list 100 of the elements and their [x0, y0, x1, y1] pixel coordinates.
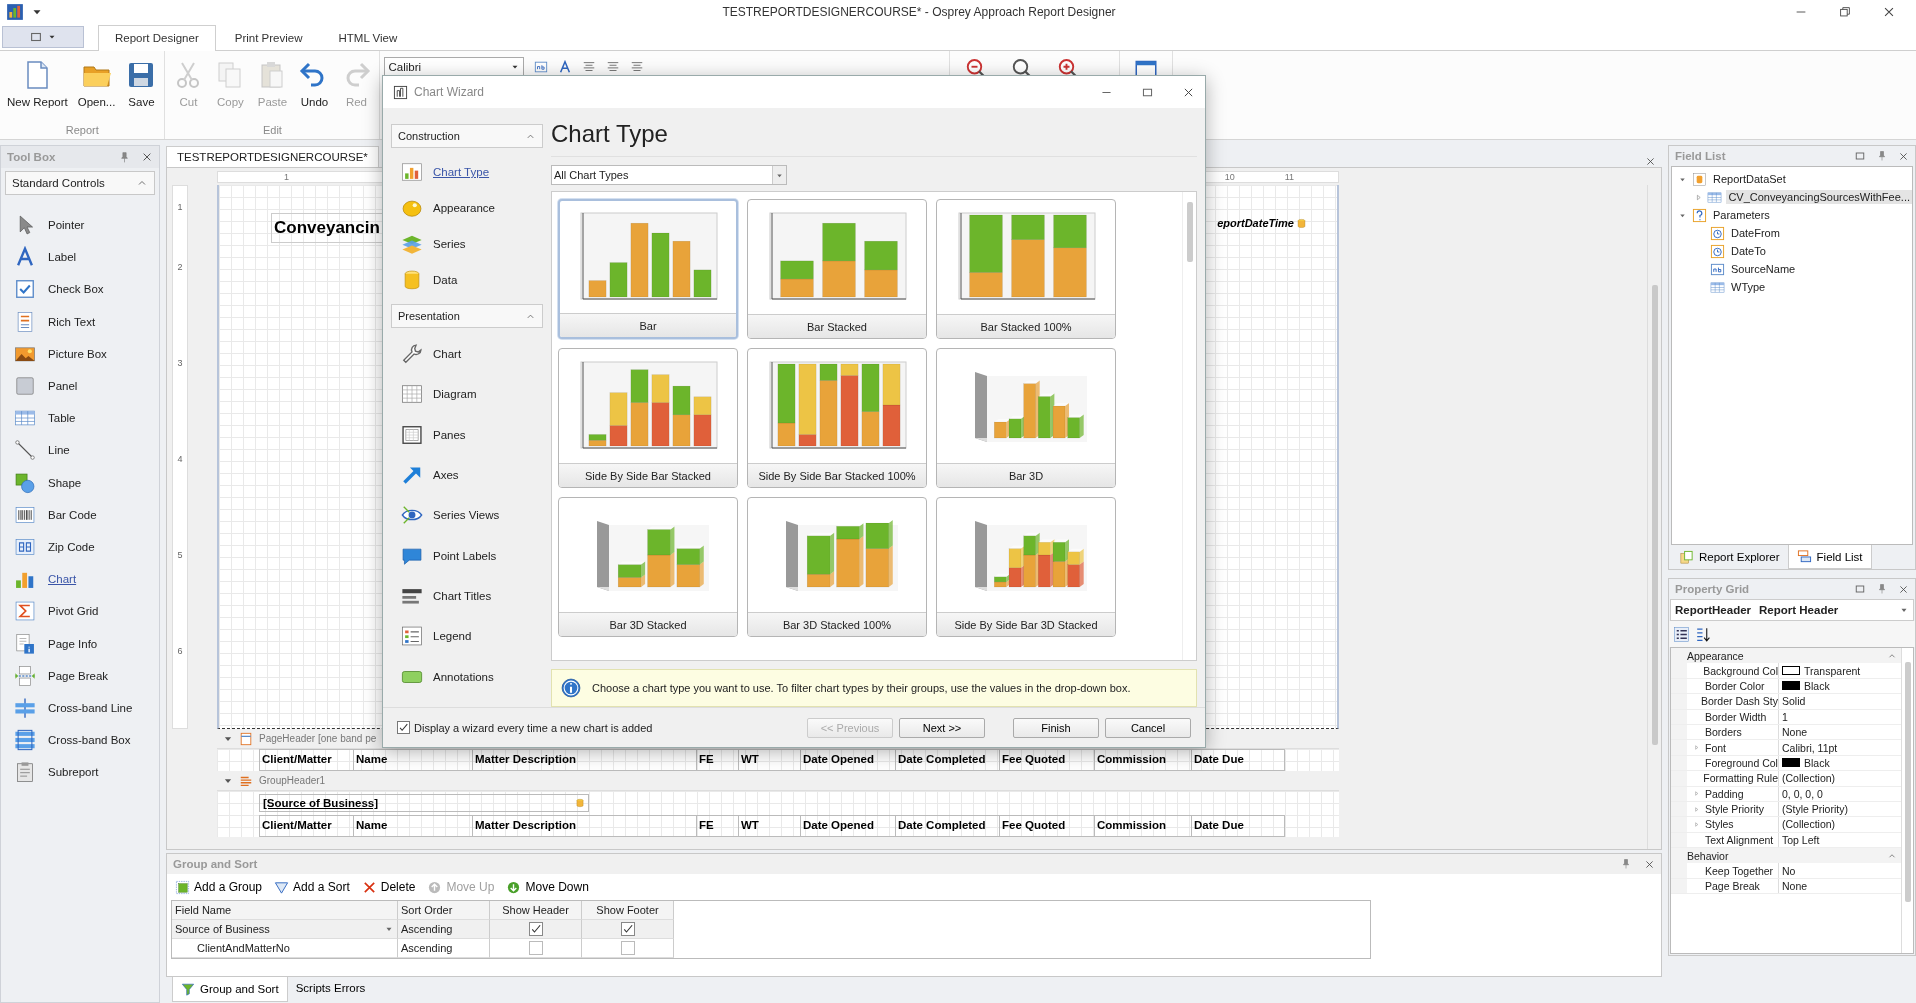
toolbox-item[interactable]: Page Info [1, 627, 159, 660]
app-icon[interactable] [6, 3, 24, 21]
property-value[interactable]: Top Left [1782, 833, 1820, 846]
checkbox[interactable] [397, 721, 410, 734]
panel-tab[interactable]: Field List [1787, 545, 1872, 569]
property-value[interactable]: None [1782, 726, 1808, 739]
panel-tab[interactable]: Scripts Errors [287, 977, 374, 999]
nav-item[interactable]: Appearance [391, 190, 543, 226]
float-icon[interactable] [1854, 583, 1866, 595]
align-icon[interactable] [630, 60, 645, 74]
chart-type-tile[interactable]: Bar 3D Stacked 100% [747, 497, 927, 637]
toolbox-item[interactable]: Pointer [1, 209, 159, 242]
nav-item[interactable]: Point Labels [391, 535, 543, 576]
chart-type-tile[interactable]: Bar Stacked 100% [936, 199, 1116, 339]
property-value[interactable]: 0, 0, 0, 0 [1782, 787, 1823, 800]
chart-type-tile[interactable]: Side By Side Bar Stacked [558, 348, 738, 488]
ribbon-tab[interactable]: Print Preview [217, 25, 320, 50]
tree-item[interactable]: ReportDataSet [1711, 172, 1788, 186]
toolbox-item[interactable]: Zip Code [1, 530, 159, 564]
nav-item[interactable]: Chart Titles [391, 575, 543, 617]
font-field[interactable]: Calibri [384, 57, 525, 77]
object-selector[interactable]: ReportHeader Report Header [1670, 599, 1914, 621]
table-cell[interactable]: Source of Business [172, 920, 398, 939]
panel-tab[interactable]: Group and Sort [172, 977, 288, 1002]
nav-item[interactable]: Chart Type [391, 154, 543, 190]
scrollbar[interactable] [1647, 185, 1661, 849]
chart-type-tile[interactable]: Bar Stacked [747, 199, 927, 339]
property-value[interactable]: (Collection) [1782, 818, 1836, 831]
pin-icon[interactable] [1876, 583, 1888, 595]
toolbox-item[interactable]: Rich Text [1, 305, 159, 338]
document-tab[interactable]: TESTREPORTDESIGNERCOURSE* [166, 146, 379, 167]
nav-item[interactable]: Axes [391, 454, 543, 496]
toolbox-item[interactable]: Cross-band Box [1, 724, 159, 757]
nav-item[interactable]: Legend [391, 616, 543, 657]
ribbon-button[interactable]: Save [122, 57, 161, 122]
align-icon[interactable] [582, 60, 597, 74]
ribbon-button[interactable]: New Report [4, 57, 71, 122]
property-value[interactable]: (Style Priority) [1782, 803, 1848, 816]
property-value[interactable]: None [1782, 880, 1808, 893]
checkbox[interactable] [528, 922, 543, 936]
align-icon[interactable] [606, 60, 621, 74]
categorized-icon[interactable] [1673, 625, 1690, 643]
toolbox-item[interactable]: Label [1, 241, 159, 274]
property-value[interactable]: 1 [1782, 710, 1788, 723]
toolbox-item[interactable]: Shape [1, 466, 159, 499]
property-value[interactable]: No [1782, 864, 1796, 877]
highlight-icon[interactable] [534, 60, 549, 74]
nav-item[interactable]: Series [391, 226, 543, 262]
app-menu-button[interactable] [2, 26, 84, 48]
nav-item[interactable]: Chart [391, 334, 543, 375]
toolbox-item[interactable]: Chart [1, 563, 159, 596]
toolbox-item[interactable]: Page Break [1, 659, 159, 692]
dialog-button[interactable]: Finish [1013, 717, 1099, 738]
property-value[interactable]: Transparent [1804, 664, 1861, 677]
toolbox-item[interactable]: Table [1, 402, 159, 435]
property-value[interactable]: Black [1804, 679, 1830, 692]
scrollbar[interactable] [1901, 648, 1913, 953]
toolbox-item[interactable]: Line [1, 434, 159, 467]
column-header[interactable]: Sort Order [398, 901, 490, 920]
tree-item[interactable]: CV_ConveyancingSourcesWithFee... [1726, 190, 1912, 204]
toolbar-button[interactable]: Move Down [504, 877, 591, 897]
tree-item[interactable]: Parameters [1711, 208, 1772, 222]
close-icon[interactable] [1882, 5, 1896, 19]
toolbox-item[interactable]: Cross-band Line [1, 691, 159, 724]
property-value[interactable]: Black [1804, 756, 1830, 769]
restore-icon[interactable] [1838, 5, 1852, 19]
nav-item[interactable]: Series Views [391, 495, 543, 536]
section-header[interactable]: Construction [391, 124, 543, 148]
checkbox[interactable] [620, 941, 635, 955]
float-icon[interactable] [1854, 150, 1866, 162]
nav-item[interactable]: Data [391, 262, 543, 298]
table-cell[interactable]: ClientAndMatterNo [172, 939, 398, 958]
toolbox-item[interactable]: Pivot Grid [1, 595, 159, 628]
panel-tab[interactable]: Report Explorer [1671, 545, 1788, 569]
scrollbar[interactable] [1182, 192, 1196, 660]
tree-item[interactable]: WType [1729, 280, 1768, 294]
section-header[interactable]: Standard Controls [5, 171, 155, 195]
pin-icon[interactable] [1876, 150, 1888, 162]
tree-item[interactable]: DateTo [1729, 244, 1768, 258]
close-icon[interactable] [1898, 150, 1909, 162]
nav-item[interactable]: Diagram [391, 374, 543, 415]
nav-item[interactable]: Annotations [391, 656, 543, 697]
pin-icon[interactable] [1620, 858, 1632, 870]
sort-icon[interactable] [1694, 625, 1711, 643]
column-header[interactable]: Show Footer [582, 901, 674, 920]
nav-item[interactable]: Panes [391, 414, 543, 455]
checkbox[interactable] [528, 941, 543, 955]
dialog-button[interactable]: Next >> [899, 717, 985, 738]
property-value[interactable]: Calibri, 11pt [1782, 741, 1838, 754]
column-header[interactable]: Field Name [172, 901, 398, 920]
date-label[interactable]: eportDateTime [1217, 217, 1294, 229]
toolbox-item[interactable]: Picture Box [1, 337, 159, 370]
property-value[interactable]: Solid [1782, 695, 1806, 708]
chart-type-tile[interactable]: Bar [558, 199, 738, 339]
dialog-button[interactable]: Cancel [1105, 717, 1191, 738]
property-value[interactable]: (Collection) [1782, 772, 1836, 785]
font-color-icon[interactable] [558, 60, 573, 74]
ribbon-tab[interactable]: HTML View [321, 25, 415, 50]
toolbar-button[interactable]: Add a Sort [272, 877, 352, 897]
field-label[interactable]: [Source of Business] [259, 794, 589, 812]
